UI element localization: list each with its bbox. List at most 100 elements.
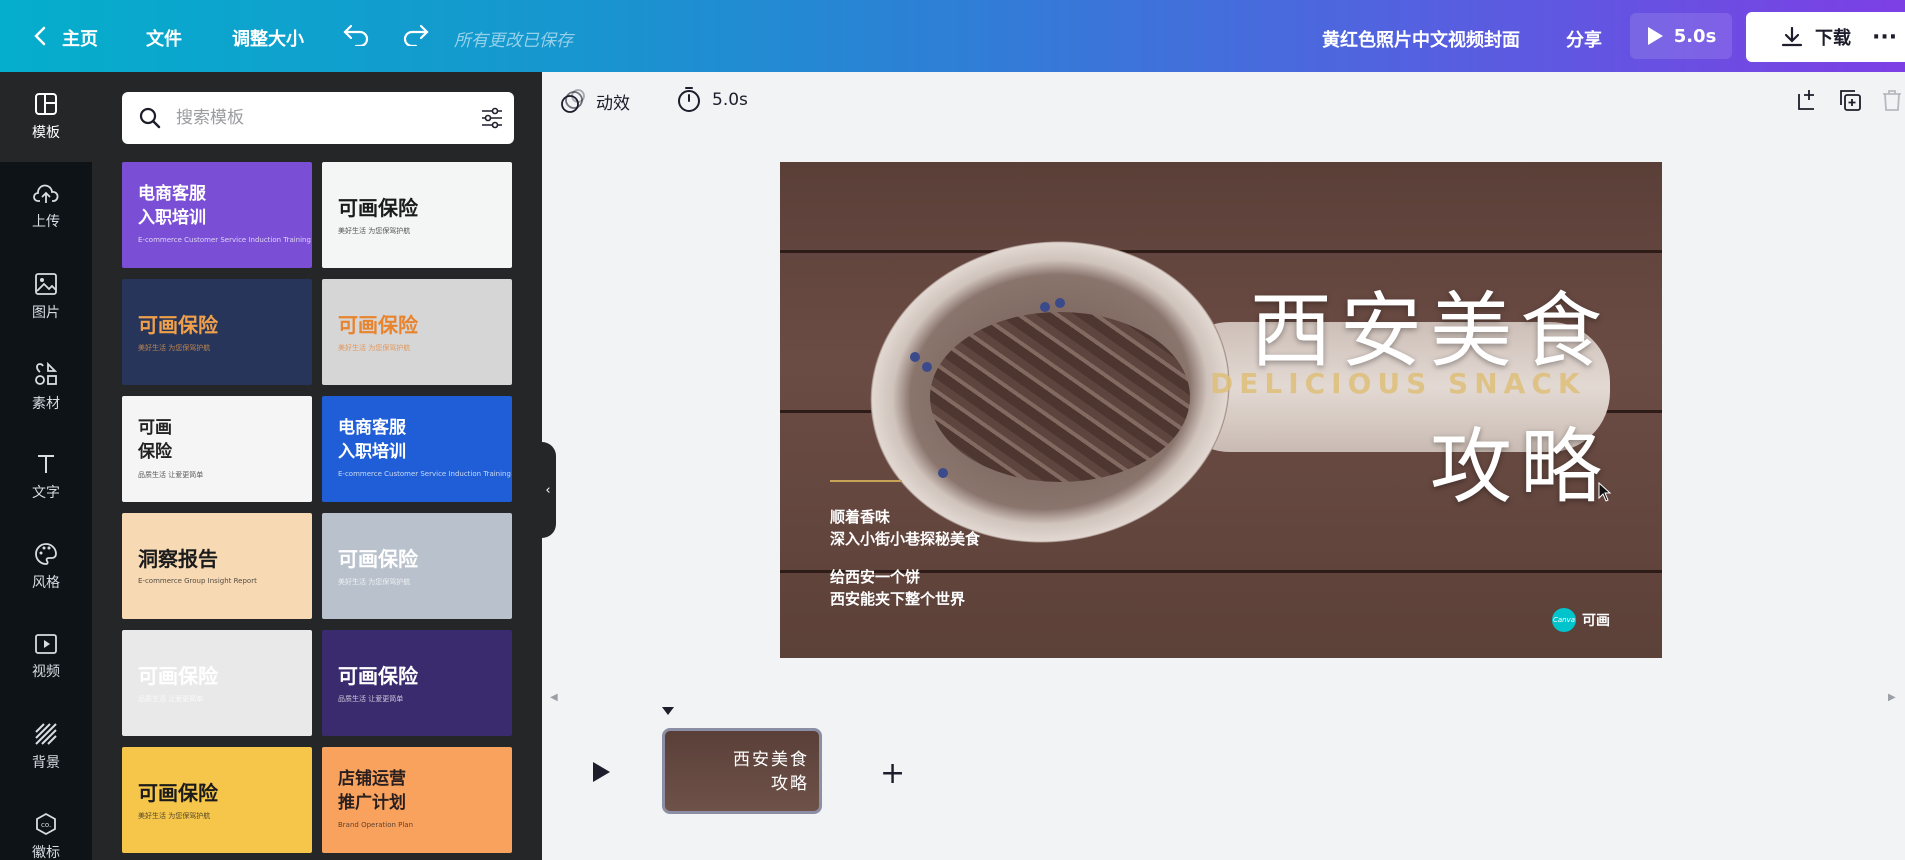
search-input[interactable] [176,102,456,134]
rail-item-elements[interactable]: 素材 [0,342,92,432]
rail-label: 图片 [32,305,60,321]
home-link[interactable]: 主页 [62,25,98,51]
template-title: 电商客服 入职培训 [138,184,206,228]
template-subtitle: 品质生活 让爱更简单 [338,695,404,703]
template-title: 可画保险 [138,781,218,805]
resize-menu[interactable]: 调整大小 [232,25,304,51]
top-bar: 主页 文件 调整大小 所有更改已保存 黄红色照片中文视频封面 分享 5.0s 下… [0,0,1905,72]
canvas-text-block-1[interactable]: 顺着香味 深入小街小巷探秘美食 [830,506,980,550]
add-page-icon[interactable] [1795,88,1819,112]
template-title: 店铺运营 推广计划 [338,769,406,813]
timer-icon [678,87,700,112]
save-status: 所有更改已保存 [454,31,573,51]
upload-icon [33,184,59,203]
template-title: 可画保险 [338,313,418,337]
template-thumbnail[interactable]: 可画保险美好生活 为您保驾护航 [322,279,512,385]
back-chevron-icon[interactable] [26,22,54,50]
rail-item-text[interactable]: 文字 [0,432,92,522]
rail-label: 背景 [32,755,60,771]
template-subtitle: E-commerce Customer Service Induction Tr… [138,236,311,244]
playhead-marker-icon[interactable] [661,706,675,716]
canva-logo-badge: Canva [1552,608,1576,632]
canvas-text-line: 深入小街小巷探秘美食 [830,530,981,548]
svg-text:co.: co. [41,821,51,829]
side-rail: 模板 上传 图片 素材 文字 风格 视频 背景 co. 徽标 [0,72,92,860]
text-icon [38,455,54,473]
timing-button[interactable]: 5.0s [676,86,748,114]
redo-icon[interactable] [402,22,430,50]
play-icon [1647,27,1663,45]
wood-plank-line [780,250,1662,253]
timeline-play-icon[interactable] [590,760,612,784]
filter-icon[interactable] [480,106,504,130]
spoon-dot [1055,298,1065,308]
share-button[interactable]: 分享 [1566,26,1602,52]
template-subtitle: E-commerce Customer Service Induction Tr… [338,470,511,478]
collapse-panel-button[interactable]: ‹ [540,442,556,538]
template-title: 可画保险 [138,664,218,688]
logo-icon: co. [36,812,56,836]
canvas-text-line: 顺着香味 [830,508,891,526]
template-thumbnail[interactable]: 可画 保险 品质生活 让爱更简单 [122,396,312,502]
more-options-icon[interactable]: ··· [1862,12,1905,62]
rail-item-logo[interactable]: co. 徽标 [0,792,92,860]
templates-panel: 电商客服 入职培训 E-commerce Customer Service Ind… [92,72,542,860]
canvas-accent-line [830,480,902,482]
add-page-plus-icon[interactable]: + [880,756,905,791]
template-title: 可画保险 [338,547,418,571]
template-icon [35,93,57,115]
file-menu[interactable]: 文件 [146,25,182,51]
template-thumbnail[interactable]: 可画保险 美好生活 为您保驾护航 [122,279,312,385]
present-button[interactable]: 5.0s [1630,13,1732,59]
template-subtitle: Brand Operation Plan [338,821,414,829]
rail-label: 上传 [32,214,60,230]
duplicate-page-icon[interactable] [1838,88,1862,112]
template-title: 可画保险 [338,664,418,688]
template-thumbnail[interactable]: 电商客服 入职培训 E-commerce Customer Service Ind… [322,396,512,502]
canvas-title-line1[interactable]: 西安美食 [1250,264,1610,383]
canvas-subtitle-en[interactable]: DELICIOUS SNACK [1210,367,1586,400]
spoon-dot [938,468,948,478]
rail-item-styles[interactable]: 风格 [0,522,92,612]
video-icon [35,634,57,654]
rail-item-background[interactable]: 背景 [0,702,92,792]
canvas-text-block-2[interactable]: 给西安一个饼 西安能夹下整个世界 [830,566,965,610]
thumb-title-line2: 攻略 [771,774,809,794]
delete-page-icon[interactable] [1880,88,1904,112]
template-thumbnail[interactable]: 可画保险品质生活 让爱更简单 [122,630,312,736]
thumb-title-line1: 西安美食 [733,750,809,770]
rail-item-uploads[interactable]: 上传 [0,162,92,252]
template-thumbnail[interactable]: 洞察报告 E-commerce Group Insight Report [122,513,312,619]
template-search [122,92,514,144]
template-title: 电商客服 入职培训 [338,418,406,462]
elements-icon [35,361,58,385]
timeline-page-thumbnail[interactable]: 西安美食 攻略 [662,728,822,814]
template-thumbnail[interactable]: 可画保险 美好生活 为您保驾护航 [322,162,512,268]
template-thumbnail[interactable]: 可画保险 美好生活 为您保驾护航 [122,747,312,853]
template-subtitle: 美好生活 为您保驾护航 [338,578,411,586]
canvas-logo[interactable]: Canva 可画 [1552,608,1610,632]
download-icon [1781,26,1803,47]
rail-item-templates[interactable]: 模板 [0,72,92,162]
template-subtitle: 美好生活 为您保驾护航 [338,344,411,352]
spoon-dot [922,362,932,372]
animate-icon [561,89,585,113]
rail-item-videos[interactable]: 视频 [0,612,92,702]
template-subtitle: 美好生活 为您保驾护航 [338,227,411,235]
template-thumbnail[interactable]: 电商客服 入职培训 E-commerce Customer Service Ind… [122,162,312,268]
undo-icon[interactable] [342,22,370,50]
template-thumbnail[interactable]: 可画保险美好生活 为您保驾护航 [322,513,512,619]
template-thumbnail[interactable]: 可画保险品质生活 让爱更简单 [322,630,512,736]
animate-button[interactable]: 动效 [560,88,630,114]
template-title: 洞察报告 [138,547,218,571]
rail-item-photos[interactable]: 图片 [0,252,92,342]
rail-label: 模板 [32,125,60,141]
photo-icon [35,273,57,295]
scroll-right-icon[interactable]: ▶ [1888,692,1896,703]
document-title[interactable]: 黄红色照片中文视频封面 [1322,26,1520,52]
canvas-title-line2[interactable]: 攻略 [1430,400,1610,519]
template-thumbnail[interactable]: 店铺运营 推广计划 Brand Operation Plan [322,747,512,853]
template-subtitle: 品质生活 让爱更简单 [138,695,204,703]
design-canvas[interactable]: 西安美食 DELICIOUS SNACK 攻略 顺着香味 深入小街小巷探秘美食 … [780,162,1662,658]
scroll-left-icon[interactable]: ◀ [550,692,558,703]
